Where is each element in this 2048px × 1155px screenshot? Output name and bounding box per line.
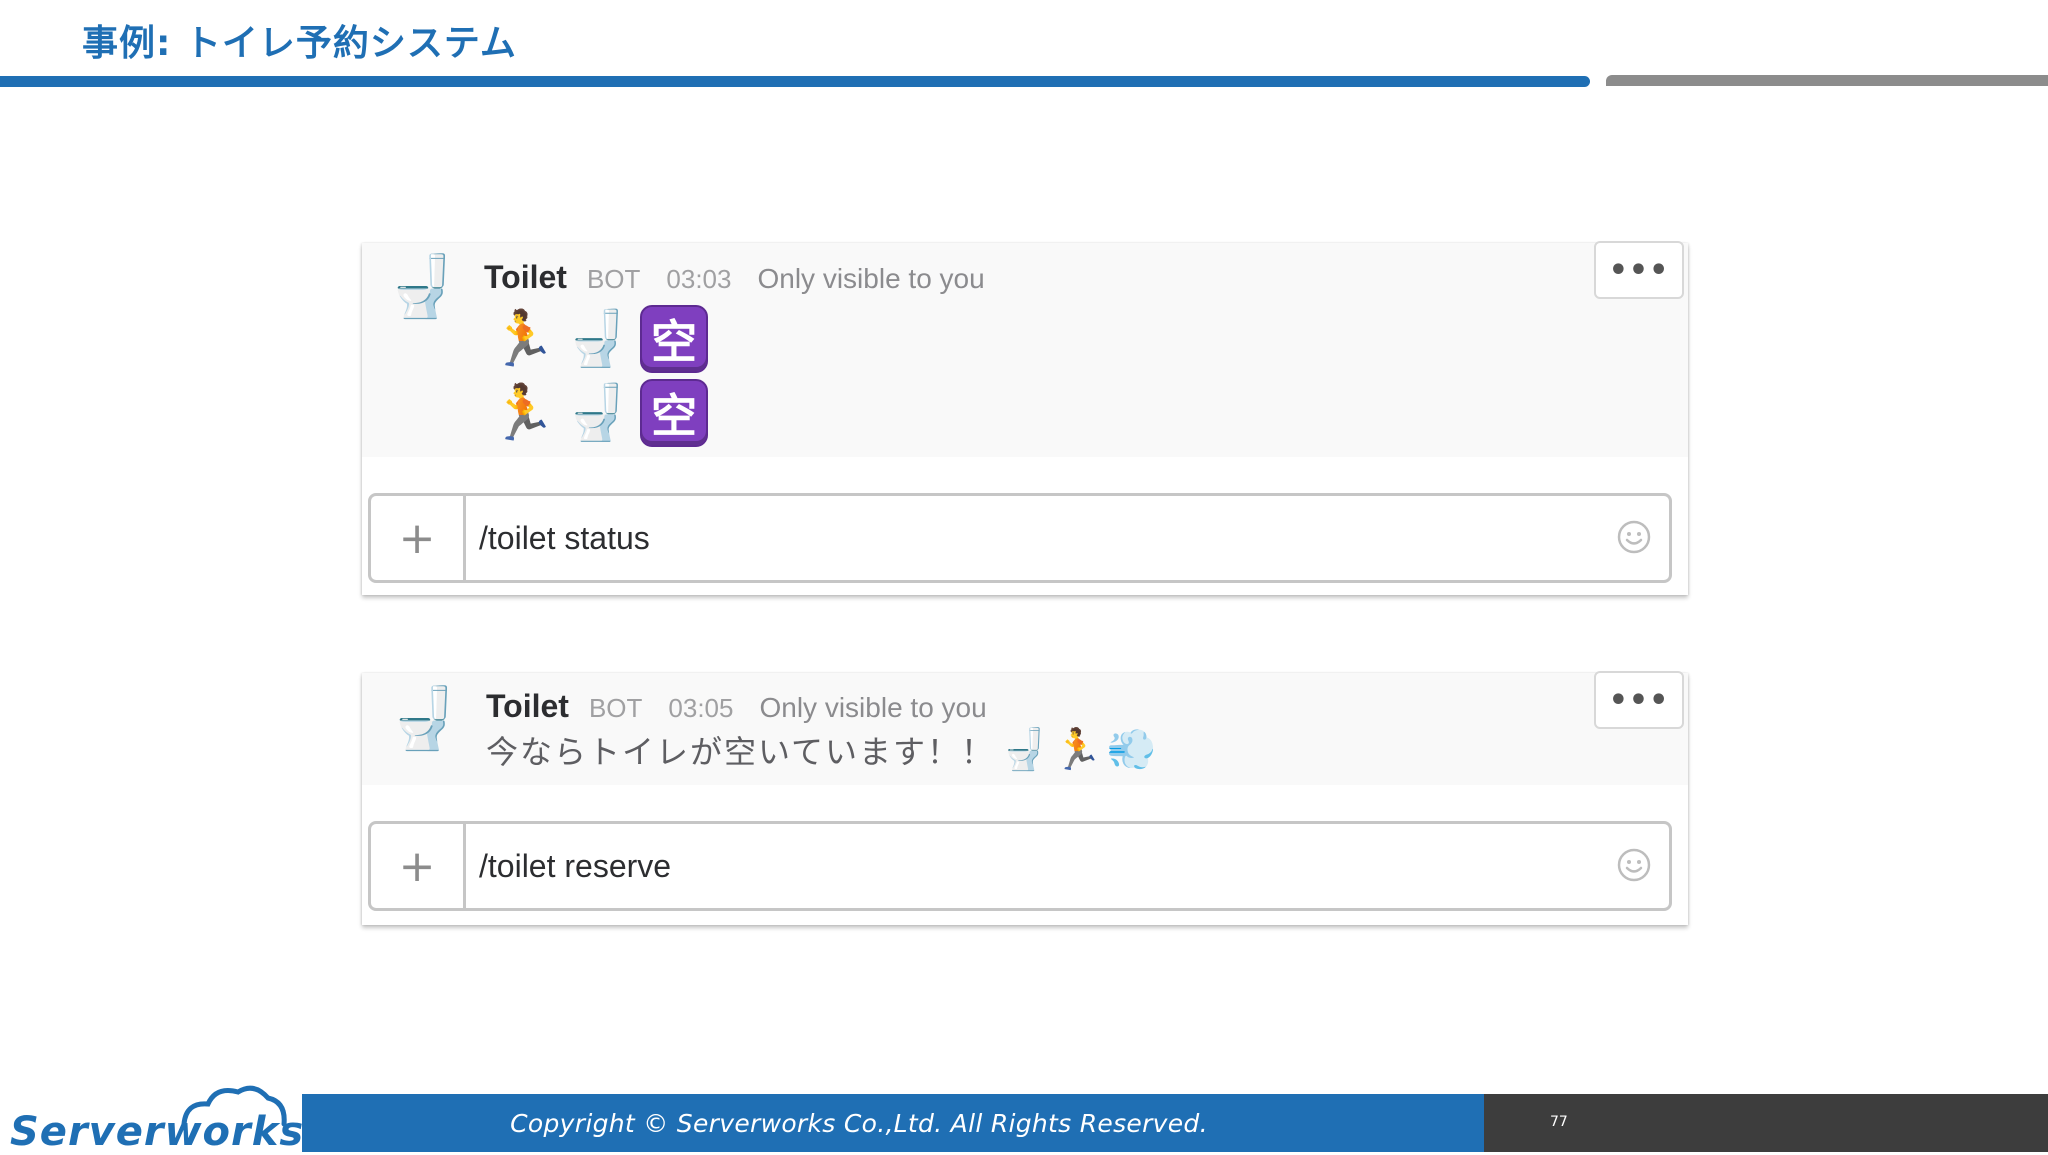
title-underline-gray bbox=[1606, 75, 2048, 86]
slide-title: 事例: トイレ予約システム bbox=[82, 23, 517, 64]
visibility-note: Only visible to you bbox=[757, 263, 985, 294]
attach-plus-button[interactable]: + bbox=[371, 824, 466, 908]
message-input[interactable] bbox=[479, 824, 1579, 908]
copyright-text: Copyright © Serverworks Co.,Ltd. All Rig… bbox=[510, 1108, 1208, 1138]
dash-icon: 💨 bbox=[1106, 727, 1157, 773]
message-input[interactable] bbox=[479, 496, 1579, 580]
toilet-avatar-icon: 🚽 bbox=[386, 684, 461, 754]
toilet-icon: 🚽 bbox=[563, 307, 631, 370]
more-actions-button[interactable]: ••• bbox=[1594, 241, 1684, 299]
message-text: 今ならトイレが空いています！！ bbox=[486, 733, 996, 771]
bot-tag: BOT bbox=[588, 693, 643, 723]
chat-panel-status: 🚽 Toilet BOT 03:03 Only visible to you 🏃… bbox=[362, 241, 1688, 595]
toilet-icon: 🚽 bbox=[563, 381, 631, 444]
message-header: Toilet BOT 03:03 Only visible to you bbox=[484, 259, 985, 296]
message-time[interactable]: 03:03 bbox=[666, 264, 731, 295]
status-row: 🏃 🚽 空 bbox=[486, 379, 708, 447]
bot-name[interactable]: Toilet bbox=[484, 259, 567, 296]
bot-message: 🚽 Toilet BOT 03:03 Only visible to you 🏃… bbox=[362, 241, 1688, 457]
bot-name[interactable]: Toilet bbox=[486, 688, 569, 725]
more-actions-button[interactable]: ••• bbox=[1594, 671, 1684, 729]
logo-text: Serverworks bbox=[10, 1109, 305, 1155]
bot-tag: BOT bbox=[586, 264, 641, 294]
footer-bar: Copyright © Serverworks Co.,Ltd. All Rig… bbox=[302, 1094, 1484, 1152]
serverworks-logo: Serverworks bbox=[10, 1084, 303, 1152]
message-composer: + bbox=[368, 821, 1672, 911]
title-underline-blue bbox=[0, 76, 1590, 87]
emoji-smile-icon[interactable] bbox=[1617, 848, 1651, 882]
runner-icon: 🏃 bbox=[489, 307, 557, 370]
attach-plus-button[interactable]: + bbox=[371, 496, 466, 580]
emoji-smile-icon[interactable] bbox=[1617, 520, 1651, 554]
runner-icon: 🏃 bbox=[489, 381, 557, 444]
message-header: Toilet BOT 03:05 Only visible to you bbox=[486, 688, 987, 725]
toilet-avatar-icon: 🚽 bbox=[384, 252, 459, 322]
message-time[interactable]: 03:05 bbox=[668, 693, 733, 724]
chat-panel-reserve: 🚽 Toilet BOT 03:05 Only visible to you 今… bbox=[362, 671, 1688, 925]
status-row: 🏃 🚽 空 bbox=[486, 305, 708, 373]
vacant-badge: 空 bbox=[640, 305, 708, 373]
runner-icon: 🏃 bbox=[1052, 727, 1103, 773]
toilet-icon: 🚽 bbox=[999, 727, 1049, 773]
visibility-note: Only visible to you bbox=[759, 692, 987, 723]
vacant-badge: 空 bbox=[640, 379, 708, 447]
message-body: 今ならトイレが空いています！！ 🚽 🏃 💨 bbox=[486, 727, 1156, 773]
footer-page-area: 77 bbox=[1484, 1094, 2048, 1152]
message-composer: + bbox=[368, 493, 1672, 583]
bot-message: 🚽 Toilet BOT 03:05 Only visible to you 今… bbox=[362, 671, 1688, 785]
page-number: 77 bbox=[1550, 1114, 1568, 1130]
